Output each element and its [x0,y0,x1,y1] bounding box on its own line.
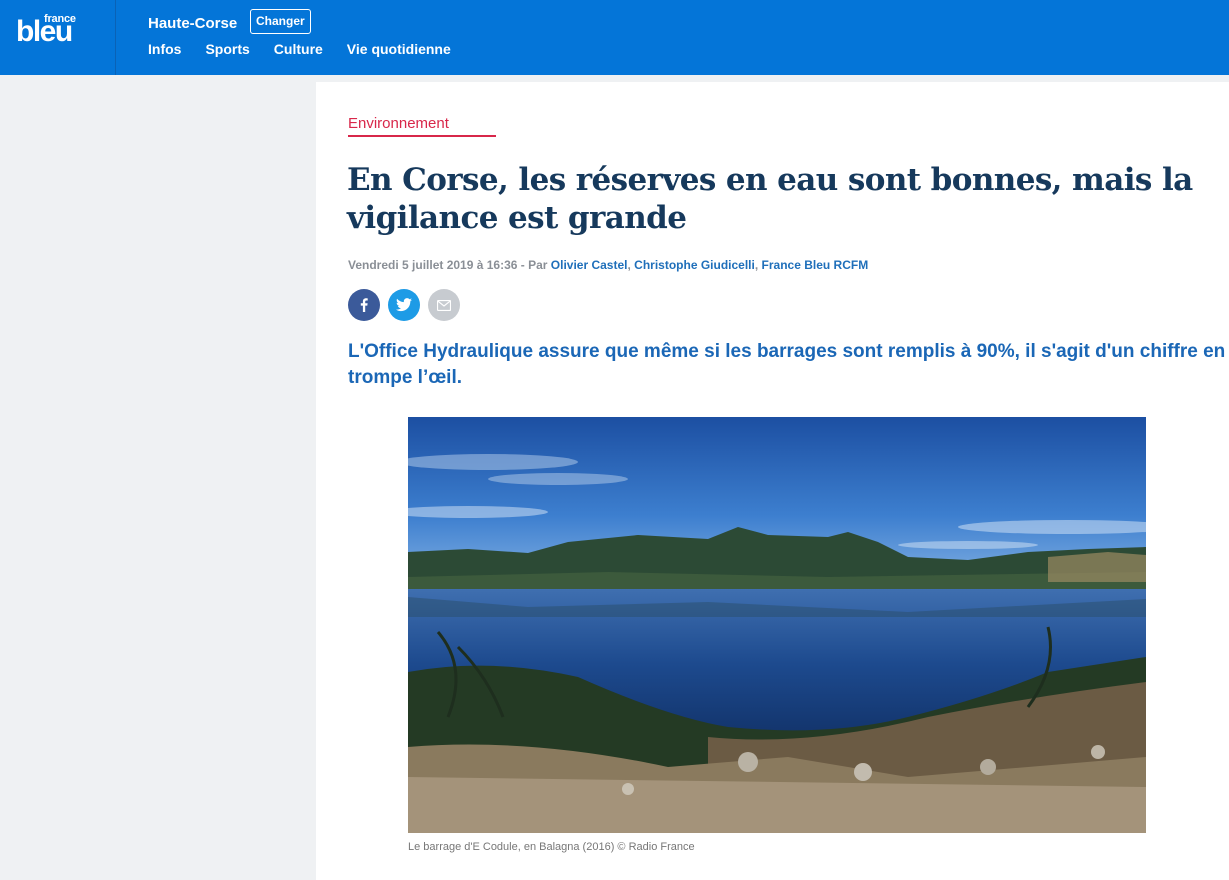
france-bleu-logo[interactable]: france bleu [0,0,116,75]
mail-share-button[interactable] [428,289,460,321]
category-link[interactable]: Environnement [348,115,496,137]
share-buttons [348,289,460,321]
article-photo [408,417,1146,833]
twitter-icon [396,298,412,312]
nav-item-vie-quotidienne[interactable]: Vie quotidienne [347,41,451,57]
nav-item-infos[interactable]: Infos [148,41,181,57]
site-header: france bleu Haute-Corse Changer Infos Sp… [0,0,1229,75]
region-name[interactable]: Haute-Corse [148,15,237,32]
publish-date: Vendredi 5 juillet 2019 à 16:36 - Par [348,258,551,272]
author-link-2[interactable]: Christophe Giudicelli [634,258,755,272]
facebook-icon [360,298,368,312]
article-panel: Environnement En Corse, les réserves en … [316,82,1229,880]
logo-big-text: bleu [16,15,73,48]
nav-item-culture[interactable]: Culture [274,41,323,57]
article-title: En Corse, les réserves en eau sont bonne… [347,162,1193,236]
author-link-1[interactable]: Olivier Castel [551,258,628,272]
image-caption: Le barrage d'E Codule, en Balagna (2016)… [408,841,695,853]
author-link-3[interactable]: France Bleu RCFM [762,258,869,272]
mail-icon [437,299,451,311]
byline: Vendredi 5 juillet 2019 à 16:36 - Par Ol… [348,258,868,272]
twitter-share-button[interactable] [388,289,420,321]
article-lead: L'Office Hydraulique assure que même si … [348,341,1226,388]
nav-item-sports[interactable]: Sports [205,41,249,57]
author-separator: , [754,258,762,272]
main-nav: Infos Sports Culture Vie quotidienne [148,41,451,57]
facebook-share-button[interactable] [348,289,380,321]
change-region-button[interactable]: Changer [250,9,311,34]
